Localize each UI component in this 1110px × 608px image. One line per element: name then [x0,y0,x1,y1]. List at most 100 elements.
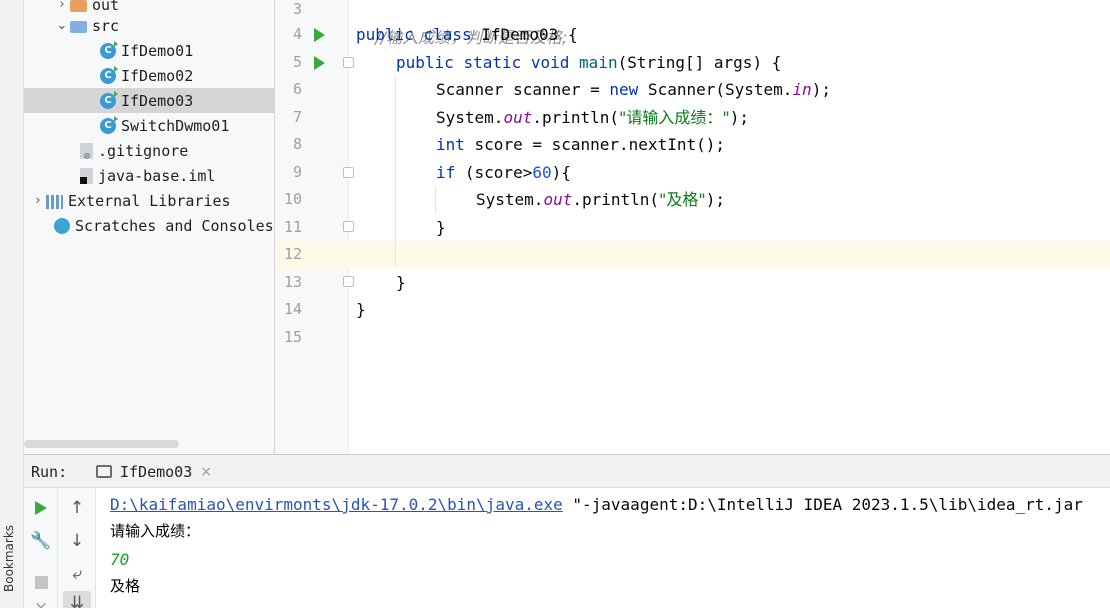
chevron-down-icon[interactable]: ⌄ [54,18,70,33]
code-text: (score> [455,163,533,182]
line-number: 13 [283,273,302,291]
code-text: ); [705,190,726,209]
project-tree-panel: › out ⌄ src C IfDemo01 C IfDemo02 C IfDe… [24,0,275,454]
tree-item-ifdemo02[interactable]: C IfDemo02 [24,63,274,88]
scroll-to-end-icon: ⇊ [69,593,85,608]
console-user-input: 70 [110,550,130,569]
tree-item-label: java-base.iml [98,166,216,185]
arrow-down-icon: ↓ [69,531,85,551]
tree-item-ifdemo01[interactable]: C IfDemo01 [24,38,274,63]
tree-item-label: IfDemo02 [121,66,194,85]
line-number: 5 [292,53,302,71]
scroll-to-end-button[interactable]: ⇊ [63,591,91,608]
line-number: 15 [283,328,302,346]
java-exe-link[interactable]: D:\kaifamiao\envirmonts\jdk-17.0.2\bin\j… [110,495,563,514]
tree-item-label: External Libraries [68,191,231,210]
tree-item-label: out [92,0,120,14]
java-class-icon: C [100,40,118,59]
tree-item-scratches[interactable]: Scratches and Consoles [24,213,274,238]
code-text: ){ [551,163,571,182]
code-line-5[interactable]: public static void main(String[] args) { [396,49,1110,77]
code-text: Scanner(System. [638,80,793,99]
console-result: 及格 [110,577,141,595]
left-tool-strip: Bookmarks [0,0,24,608]
soft-wrap-icon: ⤶ [72,564,82,584]
indent-guide [435,186,436,214]
run-main-icon[interactable] [314,56,325,70]
code-line-11[interactable]: } [436,214,1110,242]
code-text: } [356,300,366,319]
console-output[interactable]: D:\kaifamiao\envirmonts\jdk-17.0.2\bin\j… [96,488,1110,608]
code-line-14[interactable]: } [356,296,1110,324]
tree-item-java-base-iml[interactable]: java-base.iml [24,163,274,188]
keyword: void [530,53,570,72]
keyword: public [356,25,414,44]
java-args: "-javaagent:D:\IntelliJ IDEA 2023.1.5\li… [562,495,1083,514]
tree-item-src[interactable]: ⌄ src [24,13,274,38]
wrench-icon: 🔧 [30,531,52,551]
code-text: ); [811,80,831,99]
class-name: IfDemo03 { [481,25,578,44]
bookmarks-tool-tab[interactable]: Bookmarks [2,525,16,592]
console-prompt: 请输入成绩： [110,522,201,540]
code-line-4[interactable]: public class IfDemo03 { [356,21,1110,49]
string-literal: "请输入成绩：" [619,108,730,127]
arrow-up-icon: ↑ [69,498,85,518]
code-line-9[interactable]: if (score>60){ [436,159,1110,187]
code-text: } [436,218,446,237]
tree-item-switchdwmo01[interactable]: C SwitchDwmo01 [24,113,274,138]
fold-marker-icon[interactable] [343,221,354,232]
code-text: .println( [572,190,660,209]
run-class-icon[interactable] [314,28,325,42]
run-tab-title: IfDemo03 [120,462,193,481]
scroll-up-button[interactable]: ↑ [63,496,91,520]
code-text: System. [476,190,544,209]
tree-item-label: SwitchDwmo01 [121,116,230,135]
fold-marker-icon[interactable] [343,276,354,287]
play-icon [35,501,47,515]
static-field: out [503,108,533,127]
tree-item-gitignore[interactable]: .gitignore [24,138,274,163]
code-line-13[interactable]: } [396,269,1110,297]
fold-marker-icon[interactable] [343,167,354,178]
settings-button[interactable]: 🔧 [27,529,55,553]
tree-item-ifdemo03[interactable]: C IfDemo03 [24,88,274,113]
console-icon [96,465,112,478]
gitignore-file-icon [80,142,93,162]
code-line-3[interactable]: //输入成绩，判断是否及格; [356,0,1110,47]
line-number: 9 [292,163,302,181]
stop-button[interactable] [27,570,55,594]
code-line-6[interactable]: Scanner scanner = new Scanner(System.in)… [436,76,1110,104]
tree-item-external-libraries[interactable]: › External Libraries [24,188,274,213]
code-line-10[interactable]: System.out.println("及格"); [476,186,1110,214]
fold-marker-icon[interactable] [343,57,354,68]
scroll-down-button[interactable]: ↓ [63,529,91,553]
code-text: score = scanner.nextInt(); [464,135,725,154]
java-class-icon: C [100,90,118,109]
line-number: 3 [292,0,302,18]
code-line-8[interactable]: int score = scanner.nextInt(); [436,131,1110,159]
tree-item-label: IfDemo03 [121,91,194,110]
run-tab-ifdemo03[interactable]: IfDemo03 × [86,455,222,488]
library-icon [46,194,63,209]
java-class-icon: C [100,115,118,134]
keyword: int [436,135,465,154]
soft-wrap-button[interactable]: ⤶ [63,562,91,586]
close-run-button[interactable]: × [27,596,55,608]
rerun-button[interactable] [27,496,55,520]
static-field: out [543,190,573,209]
indent-guide [395,76,396,266]
line-number: 6 [292,80,302,98]
close-icon[interactable]: × [200,464,212,480]
line-number: 14 [283,300,302,318]
chevron-right-icon[interactable]: › [30,193,46,208]
run-tool-window: Run: IfDemo03 × 🔧 × ↑ ↓ ⤶ ⇊ D:\kaifamiao… [24,454,1110,608]
tree-horizontal-scrollbar[interactable] [24,440,179,448]
chevron-right-icon[interactable]: › [54,0,70,12]
iml-file-icon [80,167,93,184]
stop-icon [34,575,48,589]
line-number: 11 [283,218,302,236]
code-line-7[interactable]: System.out.println("请输入成绩："); [436,104,1110,132]
method-name: main [579,53,618,72]
number-literal: 60 [532,163,552,182]
